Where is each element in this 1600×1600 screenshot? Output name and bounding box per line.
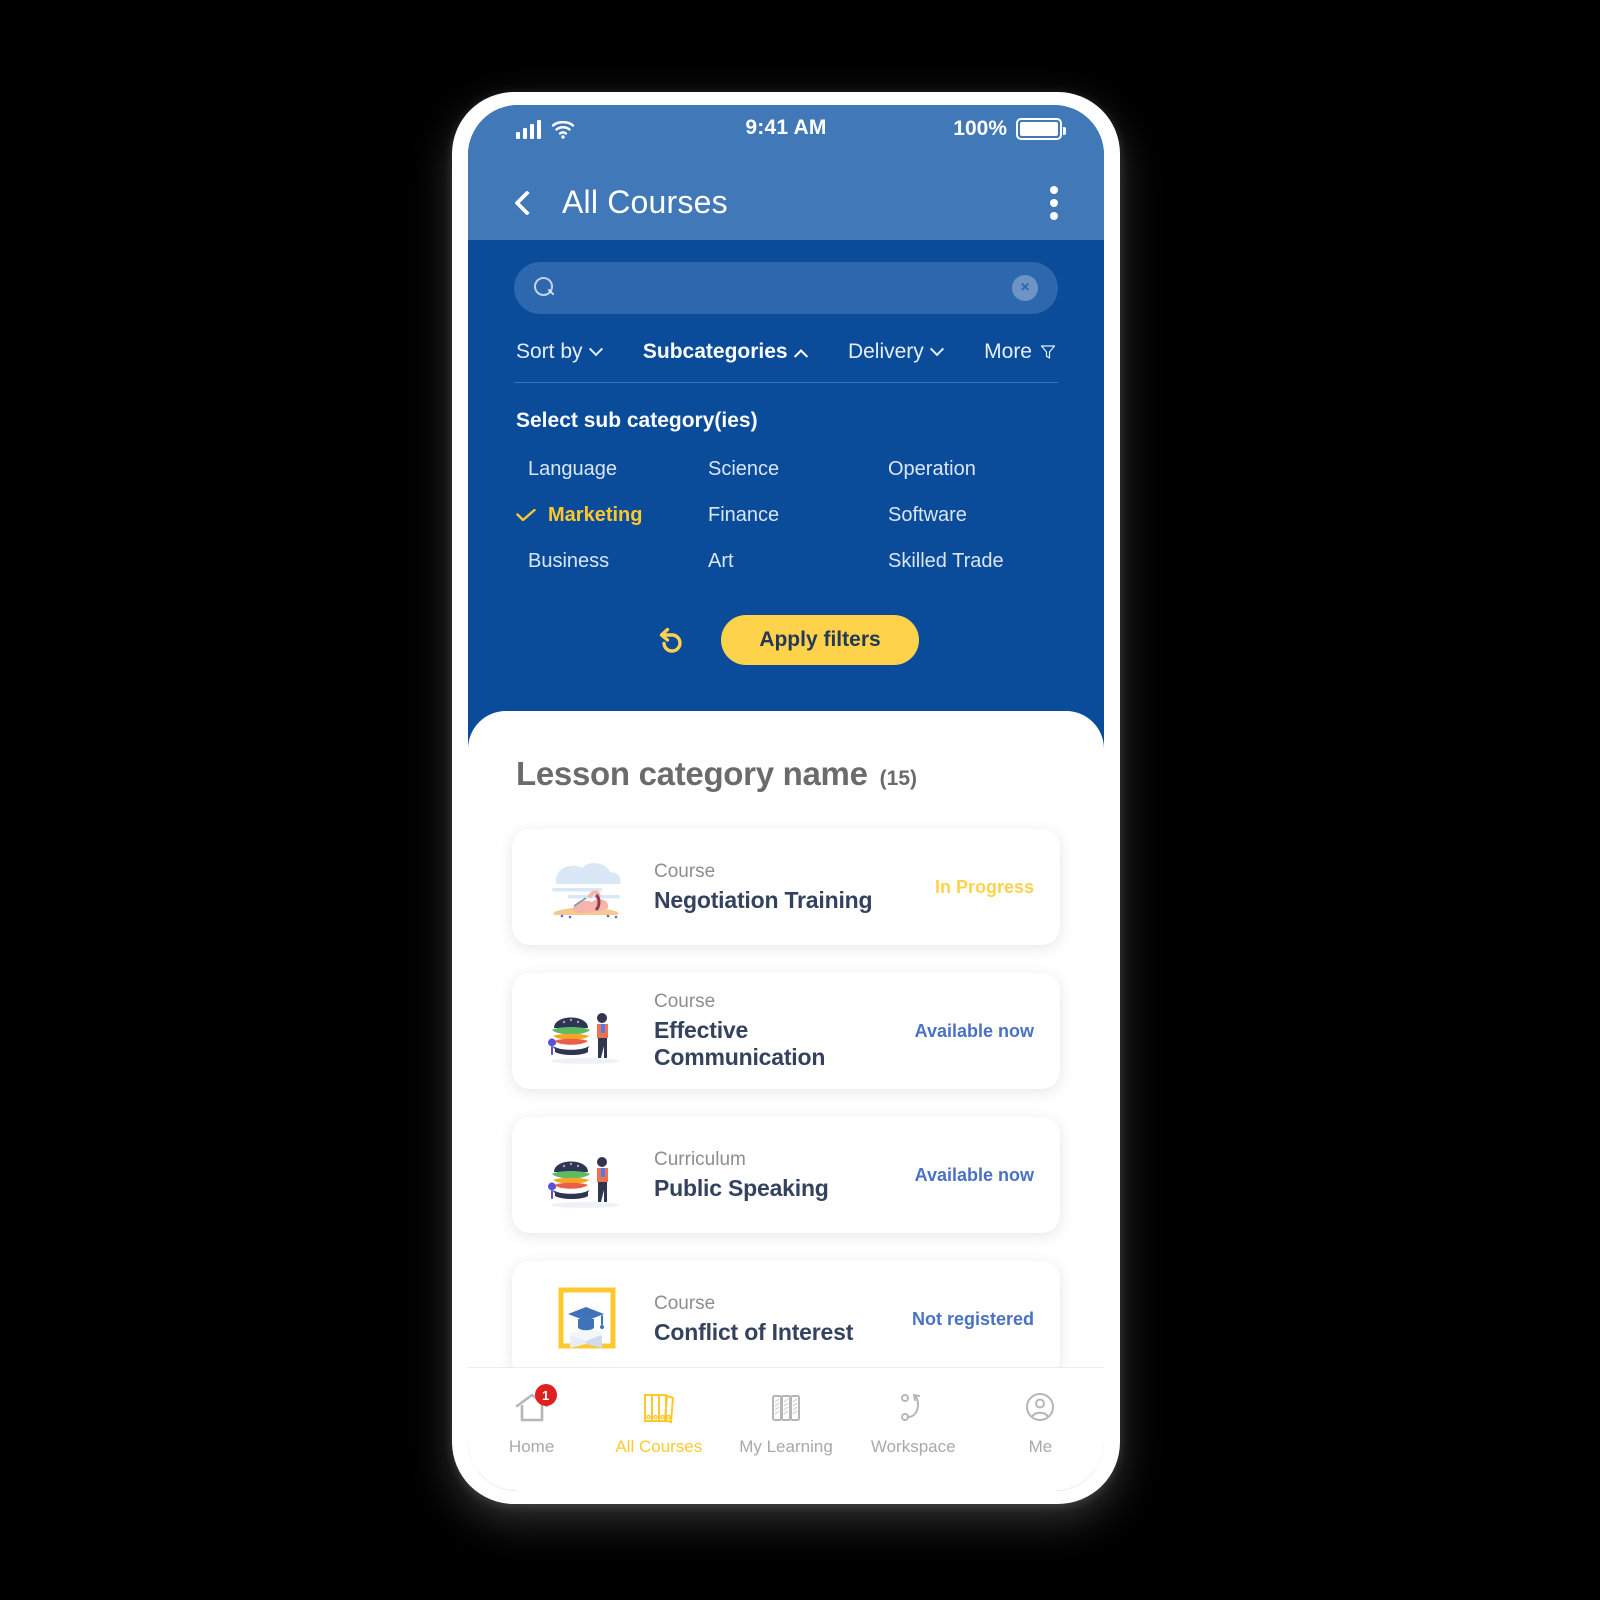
burger-person-illustration [538, 1138, 632, 1212]
battery-full-icon [1016, 118, 1066, 140]
bottom-navigation: 1 Home All Courses My Learning Workspace… [468, 1367, 1104, 1491]
funnel-icon [1040, 345, 1056, 359]
nav-label: My Learning [739, 1437, 833, 1456]
page-title: All Courses [562, 184, 728, 220]
subcategory-label: Software [888, 503, 967, 526]
course-name: Conflict of Interest [654, 1318, 854, 1345]
status-badge: Available now [914, 1164, 1034, 1185]
course-card-text: Course Conflict of Interest [654, 1293, 898, 1346]
course-card[interactable]: Curriculum Public Speaking Available now [512, 1117, 1060, 1233]
person-circle-icon [1019, 1386, 1061, 1428]
course-card[interactable]: Course Negotiation Training In Progress [512, 829, 1060, 945]
subcategory-item-operation[interactable]: Operation [876, 455, 1056, 483]
workspace-icon [892, 1386, 934, 1428]
nav-item-workspace[interactable]: Workspace [850, 1386, 977, 1457]
chevron-down-icon [929, 342, 944, 357]
filter-panel: × Sort by Subcategories Delivery More Se… [468, 240, 1104, 711]
apply-filters-button[interactable]: Apply filters [721, 615, 919, 665]
subcategory-label: Science [708, 457, 780, 480]
nav-label: All Courses [615, 1437, 703, 1456]
filter-tab-delivery[interactable]: Delivery [847, 340, 944, 364]
chevron-up-icon [793, 349, 808, 364]
reset-undo-icon[interactable] [653, 623, 687, 657]
search-input[interactable] [570, 277, 1012, 299]
filter-tab-subcategories[interactable]: Subcategories [642, 340, 808, 364]
beach-surf-illustration [538, 850, 632, 924]
search-icon [534, 277, 556, 299]
content-panel: Lesson category name (15) Course Negotia… [468, 711, 1104, 1471]
binders-icon [638, 1386, 680, 1428]
subcategory-panel-title: Select sub category(ies) [516, 409, 758, 432]
subcategory-label: Skilled Trade [888, 549, 1004, 572]
search-bar[interactable]: × [514, 262, 1058, 314]
course-name: Public Speaking [654, 1174, 829, 1201]
course-card-text: Course Effective Communication [654, 991, 901, 1071]
back-chevron-icon[interactable] [510, 190, 536, 216]
course-kind: Course [654, 860, 716, 882]
filter-tab-label: Sort by [516, 340, 583, 363]
subcategory-item-finance[interactable]: Finance [696, 501, 876, 529]
nav-label: Home [508, 1437, 555, 1456]
status-bar: 9:41 AM 100% [468, 105, 1104, 165]
checkmark-icon [516, 509, 536, 521]
clear-circle-icon[interactable]: × [1012, 275, 1038, 301]
nav-item-me[interactable]: Me [977, 1386, 1104, 1457]
status-bar-right: 100% [953, 117, 1066, 141]
course-kind: Course [654, 991, 716, 1012]
subcategory-item-business[interactable]: Business [516, 547, 696, 575]
burger-person-illustration [538, 994, 632, 1068]
filter-tab-label: Subcategories [642, 340, 788, 363]
nav-label: Workspace [870, 1437, 956, 1456]
subcategory-item-art[interactable]: Art [696, 547, 876, 575]
subcategory-item-language[interactable]: Language [516, 455, 696, 483]
nav-item-my-learning[interactable]: My Learning [722, 1386, 849, 1457]
battery-percent-label: 100% [953, 117, 1007, 140]
section-title: Lesson category name [516, 755, 868, 792]
subcategory-label: Art [708, 549, 734, 572]
status-badge: In Progress [934, 876, 1034, 897]
filter-tab-label: Delivery [847, 340, 924, 363]
subcategory-grid: Language Science Operation Marketing Fin… [514, 437, 1058, 575]
course-card-text: Course Negotiation Training [654, 861, 921, 914]
home-icon: 1 [511, 1384, 557, 1428]
chevron-down-icon [588, 342, 603, 357]
subcategory-label: Operation [888, 457, 976, 480]
kebab-menu-icon[interactable] [1050, 181, 1058, 225]
nav-item-all-courses[interactable]: All Courses [595, 1386, 722, 1457]
section-count: (15) [879, 767, 917, 790]
filter-actions: Apply filters [514, 575, 1058, 711]
course-kind: Curriculum [654, 1148, 746, 1170]
course-card-text: Curriculum Public Speaking [654, 1149, 901, 1202]
subcategory-label: Marketing [548, 503, 643, 526]
subcategory-label: Language [528, 457, 617, 480]
subcategory-label: Business [528, 549, 610, 572]
course-card[interactable]: Course Conflict of Interest Not register… [512, 1261, 1060, 1377]
subcategory-item-skilled-trade[interactable]: Skilled Trade [876, 547, 1056, 575]
subcategory-item-science[interactable]: Science [696, 455, 876, 483]
course-name: Negotiation Training [654, 886, 873, 913]
course-kind: Course [654, 1292, 716, 1314]
subcategory-label: Finance [708, 503, 780, 526]
filter-tab-more[interactable]: More [984, 340, 1056, 364]
screenshot-root: 9:41 AM 100% All Courses × Sort by Subca… [0, 0, 1600, 1600]
filter-tab-label: More [984, 340, 1032, 363]
phone-screen: 9:41 AM 100% All Courses × Sort by Subca… [468, 105, 1104, 1491]
course-name: Effective Communication [654, 1017, 826, 1070]
section-header: Lesson category name (15) [468, 755, 1104, 793]
nav-item-home[interactable]: 1 Home [468, 1384, 595, 1457]
course-card[interactable]: Course Effective Communication Available… [512, 973, 1060, 1089]
books-icon [765, 1386, 807, 1428]
subcategory-item-software[interactable]: Software [876, 501, 1056, 529]
status-badge: Not registered [911, 1308, 1034, 1329]
course-list: Course Negotiation Training In Progress [468, 793, 1104, 1397]
graduation-cap-book-icon [538, 1282, 632, 1356]
filter-tab-sort-by[interactable]: Sort by [516, 340, 603, 364]
subcategory-item-marketing[interactable]: Marketing [516, 501, 696, 529]
app-bar: All Courses [468, 165, 1104, 240]
home-badge: 1 [534, 1384, 557, 1406]
nav-label: Me [1028, 1437, 1053, 1456]
status-badge: Available now [914, 1020, 1034, 1041]
filter-tab-bar: Sort by Subcategories Delivery More [514, 314, 1058, 383]
